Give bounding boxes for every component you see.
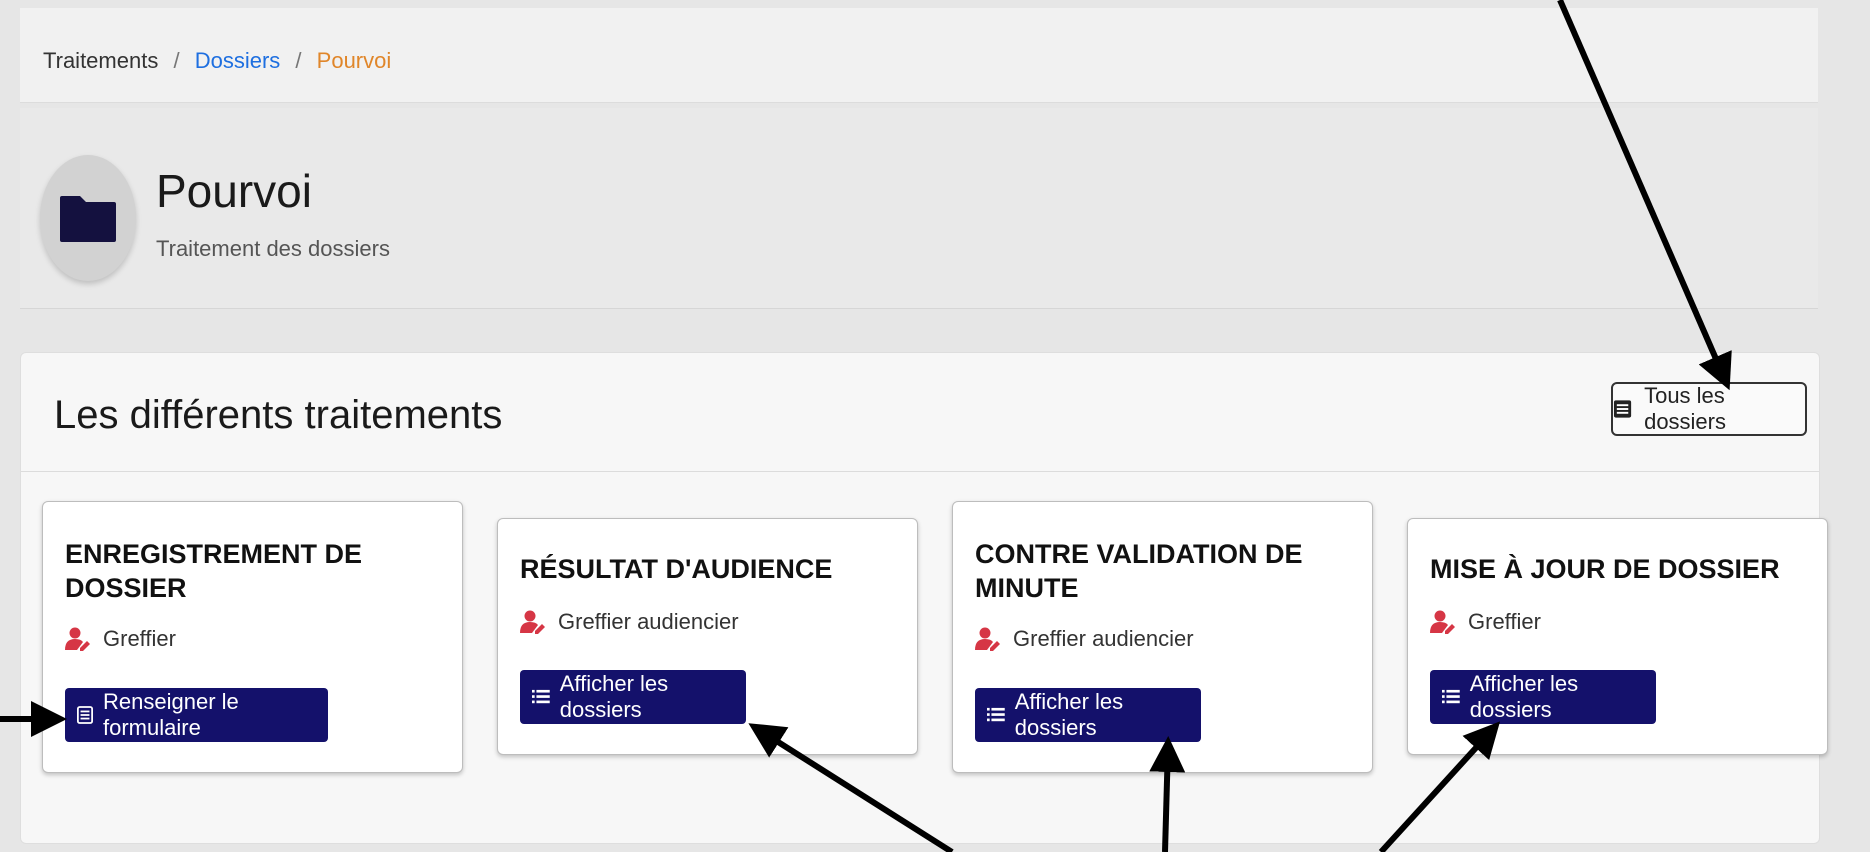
page-header: Pourvoi Traitement des dossiers xyxy=(20,108,1818,309)
breadcrumb-separator: / xyxy=(295,48,302,73)
folder-avatar xyxy=(40,155,136,281)
all-files-label: Tous les dossiers xyxy=(1644,383,1726,434)
show-files-button[interactable]: Afficher les dossiers xyxy=(520,670,746,724)
form-icon xyxy=(77,706,93,724)
card-role-label: Greffier xyxy=(103,626,176,651)
show-files-label: Afficher les dossiers xyxy=(1014,689,1124,740)
card-enregistrement: ENREGISTREMENT DE DOSSIER Greffier Rense… xyxy=(42,501,463,773)
card-role-label: Greffier xyxy=(1468,609,1541,634)
card-role: Greffier xyxy=(65,626,176,652)
card-resultat-audience: RÉSULTAT D'AUDIENCE Greffier audiencier … xyxy=(497,518,918,755)
card-mise-a-jour: MISE À JOUR DE DOSSIER Greffier Afficher… xyxy=(1407,518,1828,755)
show-files-label: Afficher les dossiers xyxy=(1469,671,1579,722)
breadcrumb-bar: Traitements / Dossiers / Pourvoi xyxy=(20,8,1818,103)
show-files-button[interactable]: Afficher les dossiers xyxy=(1430,670,1656,724)
breadcrumb-separator: / xyxy=(173,48,180,73)
card-title: CONTRE VALIDATION DE MINUTE xyxy=(975,539,1303,603)
card-contre-validation: CONTRE VALIDATION DE MINUTE Greffier aud… xyxy=(952,501,1373,773)
breadcrumb-item-traitements[interactable]: Traitements xyxy=(43,48,158,73)
card-role: Greffier audiencier xyxy=(975,626,1194,652)
user-edit-icon xyxy=(975,627,1000,651)
list-icon xyxy=(532,689,550,704)
card-role: Greffier audiencier xyxy=(520,609,739,635)
fill-form-button[interactable]: Renseigner le formulaire xyxy=(65,688,328,742)
card-title: MISE À JOUR DE DOSSIER xyxy=(1430,554,1780,584)
breadcrumb: Traitements / Dossiers / Pourvoi xyxy=(43,48,391,74)
processes-card-header: Les différents traitements Tous les doss… xyxy=(21,353,1819,472)
show-files-label: Afficher les dossiers xyxy=(559,671,669,722)
fill-form-label: Renseigner le formulaire xyxy=(103,689,239,740)
user-edit-icon xyxy=(1430,610,1455,634)
table-list-icon xyxy=(1613,400,1632,418)
breadcrumb-item-dossiers[interactable]: Dossiers xyxy=(195,48,281,73)
user-edit-icon xyxy=(520,610,545,634)
list-icon xyxy=(1442,689,1460,704)
card-title: ENREGISTREMENT DE DOSSIER xyxy=(65,539,363,603)
card-role-label: Greffier audiencier xyxy=(558,609,739,634)
folder-icon xyxy=(60,196,116,242)
card-title: RÉSULTAT D'AUDIENCE xyxy=(520,554,833,584)
section-title: Les différents traitements xyxy=(54,393,503,437)
page-title: Pourvoi xyxy=(156,165,312,217)
user-edit-icon xyxy=(65,627,90,651)
list-icon xyxy=(987,707,1005,722)
card-role: Greffier xyxy=(1430,609,1541,635)
card-role-label: Greffier audiencier xyxy=(1013,626,1194,651)
breadcrumb-item-pourvoi: Pourvoi xyxy=(316,48,392,73)
page-subtitle: Traitement des dossiers xyxy=(156,236,390,261)
all-files-button[interactable]: Tous les dossiers xyxy=(1611,382,1807,436)
show-files-button[interactable]: Afficher les dossiers xyxy=(975,688,1201,742)
